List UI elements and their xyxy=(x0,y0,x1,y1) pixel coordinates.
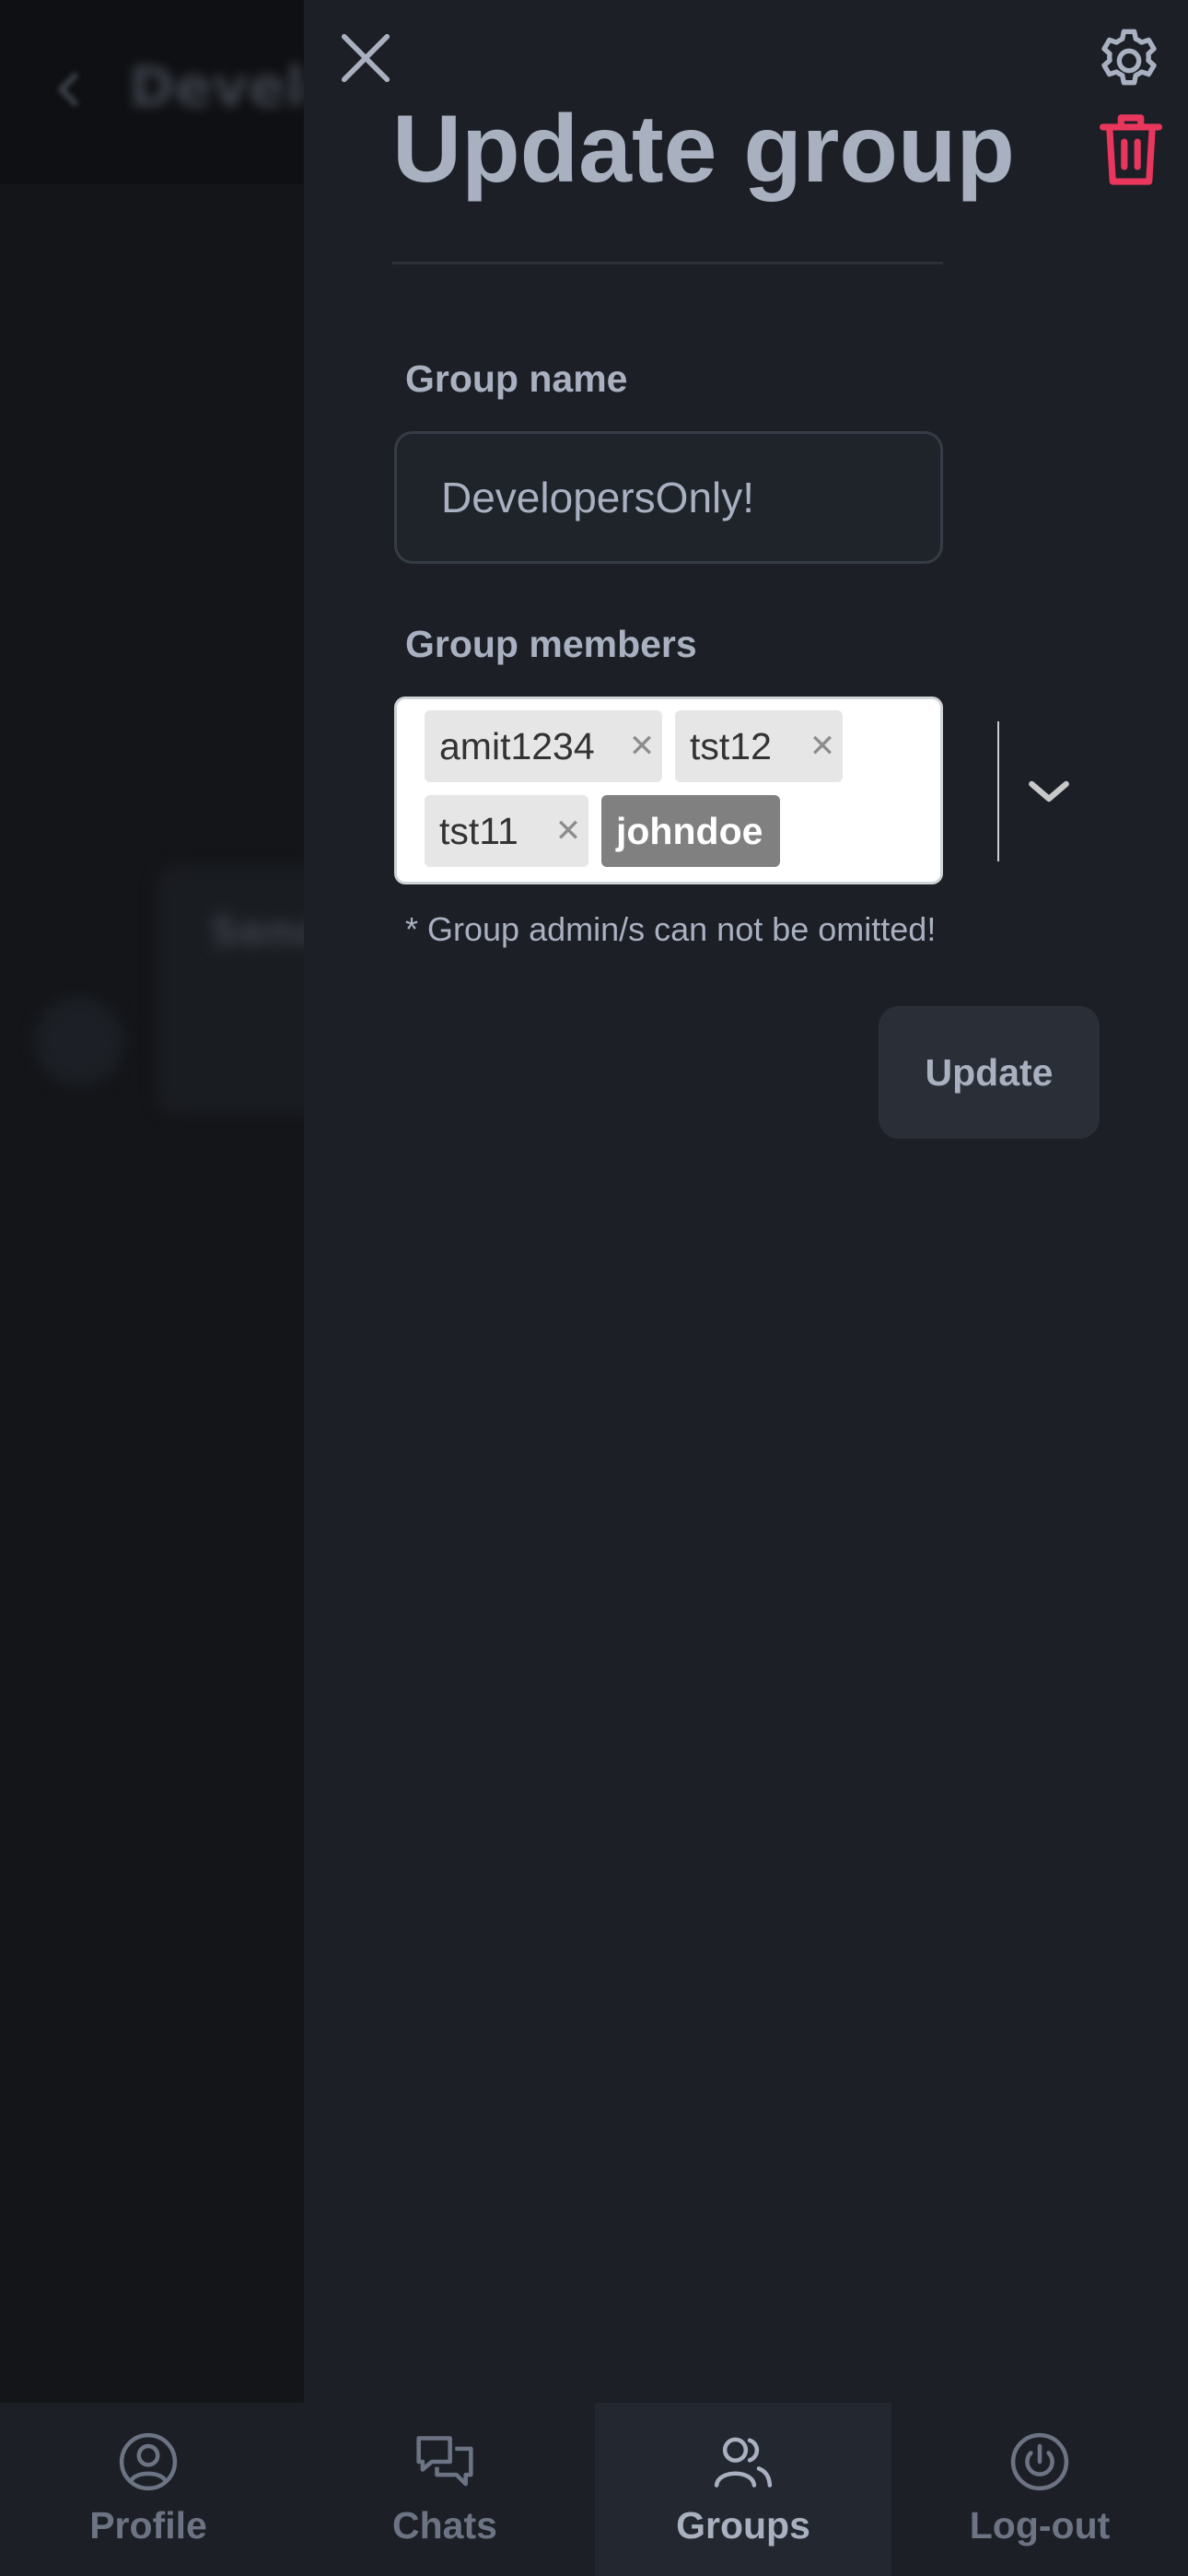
member-tag: tst12 ✕ xyxy=(675,710,843,782)
bottom-nav: Profile Chats Groups Log-out xyxy=(0,2403,1188,2576)
nav-label: Profile xyxy=(89,2504,207,2547)
member-tag-label: amit1234 xyxy=(439,724,595,767)
nav-item-chats[interactable]: Chats xyxy=(297,2403,593,2576)
nav-item-groups[interactable]: Groups xyxy=(595,2403,891,2576)
member-tag-label: tst11 xyxy=(439,809,518,852)
member-tag: tst11 ✕ xyxy=(425,795,588,867)
admin-hint-text: * Group admin/s can not be omitted! xyxy=(405,910,937,948)
trash-icon[interactable] xyxy=(1098,111,1164,190)
nav-label: Groups xyxy=(676,2504,810,2547)
page-title: Update group xyxy=(392,96,1015,203)
member-tag-label: tst12 xyxy=(690,724,772,767)
chat-bubbles-icon xyxy=(416,2436,473,2487)
nav-label: Log-out xyxy=(969,2504,1111,2547)
select-separator xyxy=(997,721,999,861)
group-name-label: Group name xyxy=(405,357,628,400)
gear-icon[interactable] xyxy=(1092,24,1166,98)
admin-member-tag: johndoe xyxy=(601,795,780,867)
nav-label: Chats xyxy=(392,2504,497,2547)
title-divider xyxy=(392,262,943,264)
power-icon xyxy=(1010,2432,1069,2491)
nav-item-logout[interactable]: Log-out xyxy=(891,2403,1188,2576)
remove-member-icon[interactable]: ✕ xyxy=(802,710,843,782)
remove-member-icon[interactable]: ✕ xyxy=(622,710,662,782)
group-members-select[interactable]: amit1234 ✕ tst12 ✕ tst11 ✕ johndoe xyxy=(394,697,1069,884)
update-group-drawer: Update group Group name Group members am… xyxy=(304,0,1188,2403)
remove-member-icon[interactable]: ✕ xyxy=(548,795,588,867)
group-name-input[interactable] xyxy=(394,431,943,564)
users-icon xyxy=(714,2437,773,2488)
member-tag: amit1234 ✕ xyxy=(425,710,662,782)
close-icon[interactable] xyxy=(337,29,394,87)
group-members-label: Group members xyxy=(405,623,697,665)
nav-item-profile[interactable]: Profile xyxy=(0,2403,297,2576)
member-tag-label: johndoe xyxy=(616,809,763,852)
user-circle-icon xyxy=(119,2432,178,2491)
update-button[interactable]: Update xyxy=(879,1006,1100,1139)
chevron-down-icon[interactable] xyxy=(1019,755,1078,828)
